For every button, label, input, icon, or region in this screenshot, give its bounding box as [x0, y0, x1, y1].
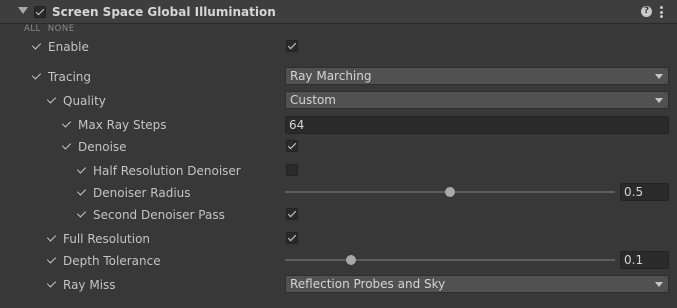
override-toggle-denoiser-radius[interactable]: [76, 186, 88, 198]
chevron-down-icon: [655, 74, 663, 79]
max-ray-steps-value: 64: [289, 118, 305, 132]
help-icon[interactable]: ?: [641, 6, 652, 17]
denoiser-radius-label: Denoiser Radius: [93, 186, 191, 200]
half-resolution-denoiser-checkbox[interactable]: [286, 164, 298, 176]
ray-miss-dropdown[interactable]: Reflection Probes and Sky: [285, 275, 669, 293]
chevron-down-icon: [655, 282, 663, 287]
override-toggle-ray-miss[interactable]: [46, 278, 58, 290]
kebab-menu-icon[interactable]: [660, 6, 663, 18]
component-header: Screen Space Global Illumination ?: [0, 0, 677, 24]
half-resolution-denoiser-label: Half Resolution Denoiser: [93, 164, 241, 178]
override-toggle-enable[interactable]: [31, 40, 43, 52]
chevron-down-icon: [655, 98, 663, 103]
depth-tolerance-value: 0.1: [624, 253, 644, 267]
override-toggle-max-ray-steps[interactable]: [61, 118, 73, 130]
component-title: Screen Space Global Illumination: [52, 5, 276, 19]
enable-label: Enable: [48, 40, 89, 54]
override-toggles: ALL NONE: [24, 24, 82, 34]
override-toggle-full-resolution[interactable]: [46, 232, 58, 244]
foldout-arrow-icon[interactable]: [18, 7, 28, 14]
quality-dropdown-value: Custom: [290, 93, 336, 107]
override-toggle-denoise[interactable]: [61, 140, 73, 152]
override-all-link[interactable]: ALL: [24, 24, 41, 34]
tracing-dropdown[interactable]: Ray Marching: [285, 67, 669, 85]
quality-dropdown[interactable]: Custom: [285, 91, 669, 109]
depth-tolerance-slider-track[interactable]: [285, 259, 615, 261]
denoise-label: Denoise: [78, 140, 127, 154]
denoise-checkbox[interactable]: [286, 140, 298, 152]
denoiser-radius-field[interactable]: 0.5: [620, 183, 669, 201]
ray-miss-dropdown-value: Reflection Probes and Sky: [290, 277, 446, 291]
full-resolution-label: Full Resolution: [63, 232, 151, 246]
denoiser-radius-value: 0.5: [624, 185, 644, 199]
override-toggle-tracing[interactable]: [31, 70, 43, 82]
second-denoiser-pass-checkbox[interactable]: [286, 208, 298, 220]
ray-miss-label: Ray Miss: [63, 278, 116, 292]
override-toggle-quality[interactable]: [46, 94, 58, 106]
max-ray-steps-field[interactable]: 64: [285, 116, 669, 134]
override-toggle-second-denoiser-pass[interactable]: [76, 208, 88, 220]
enable-checkbox[interactable]: [286, 40, 298, 52]
max-ray-steps-label: Max Ray Steps: [78, 118, 167, 132]
tracing-dropdown-value: Ray Marching: [290, 69, 372, 83]
denoiser-radius-slider-thumb[interactable]: [445, 187, 455, 197]
depth-tolerance-slider-thumb[interactable]: [346, 255, 356, 265]
second-denoiser-pass-label: Second Denoiser Pass: [93, 208, 225, 222]
override-toggle-half-resolution-denoiser[interactable]: [76, 164, 88, 176]
tracing-label: Tracing: [48, 70, 92, 84]
depth-tolerance-field[interactable]: 0.1: [620, 251, 669, 269]
component-enabled-checkbox[interactable]: [34, 6, 46, 18]
full-resolution-checkbox[interactable]: [286, 232, 298, 244]
quality-label: Quality: [63, 94, 106, 108]
depth-tolerance-label: Depth Tolerance: [63, 254, 161, 268]
override-toggle-depth-tolerance[interactable]: [46, 254, 58, 266]
override-none-link[interactable]: NONE: [48, 24, 75, 34]
